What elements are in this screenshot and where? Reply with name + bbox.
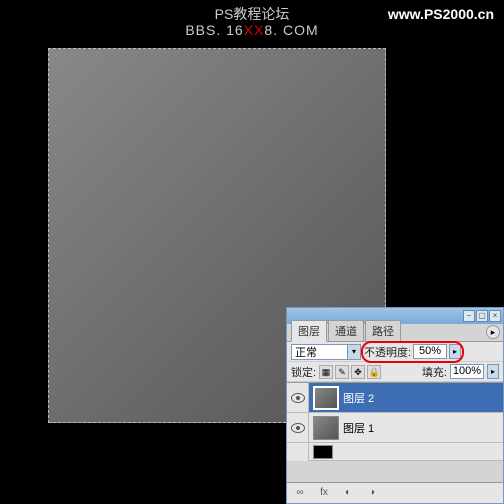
lock-pixels-icon[interactable]: ✎ <box>335 365 349 379</box>
layer-name: 图层 1 <box>343 420 374 436</box>
layers-list: 图层 2 图层 1 <box>287 382 503 482</box>
opacity-control: 不透明度: 50% ▸ <box>364 344 461 360</box>
eye-icon <box>291 423 305 433</box>
maximize-button[interactable]: ▢ <box>476 310 488 322</box>
close-button[interactable]: × <box>489 310 501 322</box>
adjustment-layer-icon[interactable]: ◑ <box>365 486 379 500</box>
lock-fill-row: 锁定: ▦ ✎ ✥ 🔒 填充: 100% ▸ <box>287 362 503 382</box>
layer-mask-icon[interactable]: ◐ <box>341 486 355 500</box>
layer-thumbnail[interactable] <box>313 416 339 440</box>
chevron-down-icon: ▾ <box>347 345 360 359</box>
layer-row[interactable] <box>287 443 503 461</box>
visibility-toggle[interactable] <box>287 413 309 442</box>
panel-menu-icon[interactable]: ▸ <box>486 325 500 339</box>
layer-row[interactable]: 图层 1 <box>287 413 503 443</box>
lock-all-icon[interactable]: 🔒 <box>367 365 381 379</box>
layer-thumbnail[interactable] <box>313 445 333 459</box>
lock-position-icon[interactable]: ✥ <box>351 365 365 379</box>
blend-mode-value: 正常 <box>295 344 317 360</box>
lock-label: 锁定: <box>291 364 316 380</box>
eye-icon <box>291 393 305 403</box>
layers-panel: − ▢ × 图层 通道 路径 ▸ 正常 ▾ 不透明度: 50% ▸ 锁定: ▦ … <box>286 307 504 504</box>
lock-transparency-icon[interactable]: ▦ <box>319 365 333 379</box>
tab-channels[interactable]: 通道 <box>328 320 364 341</box>
fill-flyout-icon[interactable]: ▸ <box>487 364 499 379</box>
opacity-label: 不透明度: <box>364 344 411 360</box>
lock-icons: ▦ ✎ ✥ 🔒 <box>319 365 381 379</box>
watermark: www.PS2000.cn <box>388 6 494 22</box>
visibility-toggle[interactable] <box>287 383 309 412</box>
layer-name: 图层 2 <box>343 390 374 406</box>
visibility-toggle[interactable] <box>287 443 309 461</box>
layer-thumbnail[interactable] <box>313 386 339 410</box>
forum-url: BBS. 16XX8. COM <box>0 22 504 38</box>
opacity-input[interactable]: 50% <box>413 344 447 359</box>
tab-layers[interactable]: 图层 <box>291 320 327 342</box>
fill-label: 填充: <box>422 364 447 380</box>
link-layers-icon[interactable]: ∞ <box>293 486 307 500</box>
opacity-flyout-icon[interactable]: ▸ <box>449 344 461 359</box>
tab-paths[interactable]: 路径 <box>365 320 401 341</box>
minimize-button[interactable]: − <box>463 310 475 322</box>
layer-style-icon[interactable]: fx <box>317 486 331 500</box>
blend-mode-select[interactable]: 正常 ▾ <box>291 344 361 360</box>
panel-footer: ∞ fx ◐ ◑ <box>287 482 503 502</box>
panel-tabs: 图层 通道 路径 ▸ <box>287 324 503 342</box>
blend-opacity-row: 正常 ▾ 不透明度: 50% ▸ <box>287 342 503 362</box>
fill-input[interactable]: 100% <box>450 364 484 379</box>
layer-row[interactable]: 图层 2 <box>287 383 503 413</box>
